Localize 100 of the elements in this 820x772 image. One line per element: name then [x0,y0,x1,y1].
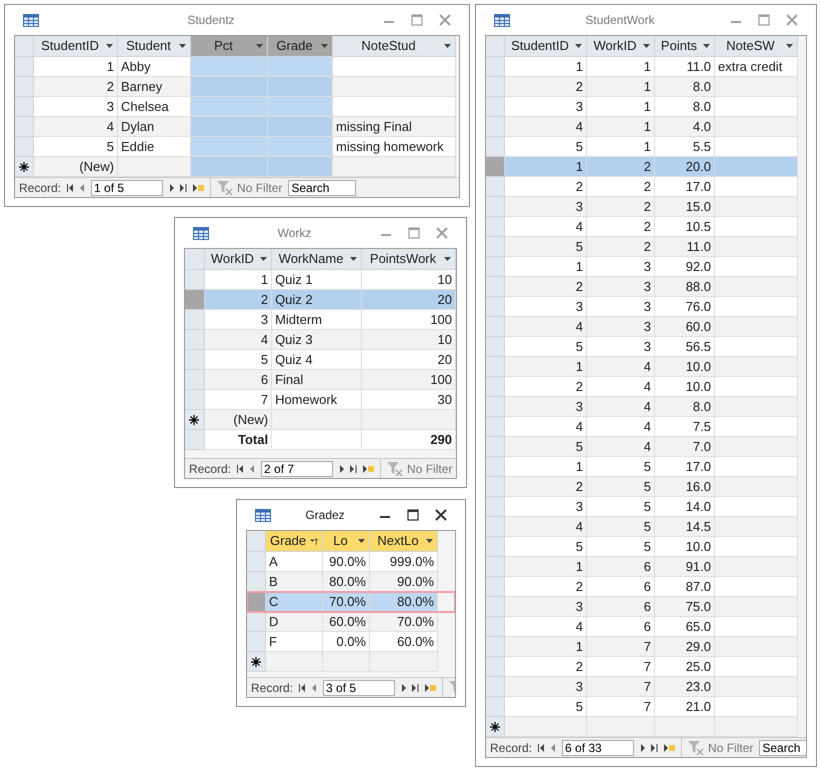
column-header[interactable]: WorkID [204,249,272,270]
next-record-icon[interactable] [169,184,174,192]
next-record-icon[interactable] [401,684,406,692]
table-cell: 2 [505,277,587,297]
record-position-field[interactable]: 1 of 5 [91,180,164,196]
dropdown-arrow-icon[interactable] [260,257,268,261]
dropdown-arrow-icon[interactable] [575,44,582,48]
dropdown-arrow-icon[interactable] [643,44,650,48]
table-cell: 2 [587,217,655,237]
dropdown-arrow-icon[interactable] [703,44,710,48]
table-cell: 4 [505,317,587,337]
no-filter-button[interactable]: No Filter [407,460,452,478]
row-selector[interactable] [486,717,505,737]
column-header[interactable]: NoteSW [715,36,798,57]
maximize-icon[interactable] [407,509,419,521]
row-selector[interactable] [247,652,266,672]
dropdown-arrow-icon[interactable] [321,44,328,48]
dropdown-arrow-icon[interactable] [786,44,793,48]
first-record-icon[interactable] [299,684,306,692]
previous-record-icon[interactable] [551,744,556,752]
new-record-icon[interactable] [425,684,436,692]
column-header[interactable]: NoteStud [333,36,456,57]
dropdown-arrow-icon[interactable] [179,44,186,48]
select-all-corner[interactable] [486,36,505,57]
table-cell: 1 [505,637,587,657]
dropdown-arrow-icon[interactable] [426,539,433,543]
first-record-icon[interactable] [237,464,244,472]
select-all-corner[interactable] [247,531,266,552]
column-header[interactable]: StudentID [34,36,118,57]
table-cell: 4 [587,417,655,437]
no-filter-button[interactable]: No Filter [708,738,754,756]
table-cell: 6 [587,557,655,577]
table-cell: 20 [362,290,456,310]
table-cell: Barney [118,77,191,97]
new-record-icon[interactable] [193,184,204,192]
table-cell: 5 [587,477,655,497]
column-header[interactable]: StudentID [505,36,587,57]
column-header[interactable]: WorkID [587,36,655,57]
previous-record-icon[interactable] [80,184,86,192]
table-cell: D [266,612,323,632]
search-field[interactable]: Search [288,180,356,196]
table-cell: 10.0 [655,377,715,397]
table-cell: 5.5 [655,137,715,157]
table-cell [323,652,370,672]
next-record-icon[interactable] [339,464,344,472]
column-header[interactable]: Pct [191,36,268,57]
column-header[interactable]: Student [118,36,191,57]
next-record-icon[interactable] [640,744,646,752]
no-filter-button[interactable]: No Filter [237,178,282,196]
dropdown-arrow-icon[interactable] [350,257,358,261]
table-cell: 88.0 [655,277,715,297]
row-selector[interactable] [185,410,205,430]
dropdown-arrow-icon[interactable] [256,44,263,48]
record-position-field[interactable]: 3 of 5 [323,680,396,696]
record-position-field[interactable]: 2 of 7 [261,460,334,476]
column-header[interactable]: Lo [323,531,370,552]
table-cell: Homework [272,390,362,410]
filter-icon [217,180,234,194]
select-all-corner[interactable] [185,249,205,270]
table-cell: 100 [362,370,456,390]
new-record-icon[interactable] [664,744,676,752]
column-header[interactable]: Grade [268,36,333,57]
table-cell: 76.0 [655,297,715,317]
record-position-field[interactable]: 6 of 33 [562,740,634,756]
table-cell: 4 [34,117,118,137]
table-cell: Dylan [118,117,191,137]
column-header[interactable]: WorkName [272,249,362,270]
table-cell: 2 [505,377,587,397]
table-cell: 92.0 [655,257,715,277]
dropdown-arrow-icon[interactable] [106,44,113,48]
table-cell: 2 [34,77,118,97]
dropdown-arrow-icon[interactable] [358,539,365,543]
table-cell: 6 [204,370,272,390]
table-cell: missing Final [333,117,456,137]
table-cell: 1 [505,157,587,177]
last-record-icon[interactable] [350,464,358,472]
column-header[interactable]: NextLo [370,531,438,552]
select-all-corner[interactable] [15,36,34,57]
last-record-icon[interactable] [412,684,420,692]
table-cell: 2 [587,197,655,217]
column-header[interactable]: Grade [266,531,323,552]
dropdown-arrow-icon[interactable] [444,44,451,48]
last-record-icon[interactable] [180,184,188,192]
sort-filter-icon[interactable] [310,536,318,546]
column-header[interactable]: PointsWork [362,249,456,270]
table-cell: 3 [505,597,587,617]
previous-record-icon[interactable] [312,684,318,692]
first-record-icon[interactable] [538,744,546,752]
table-cell: 15.0 [655,197,715,217]
last-record-icon[interactable] [651,744,658,752]
new-row-icon [490,722,500,732]
close-icon[interactable] [435,509,447,521]
new-record-icon[interactable] [363,464,374,472]
row-selector[interactable] [15,157,34,177]
previous-record-icon[interactable] [250,464,256,472]
total-cell: Total [204,430,272,450]
dropdown-arrow-icon[interactable] [444,257,451,261]
first-record-icon[interactable] [67,184,74,192]
search-field[interactable]: Search [759,740,806,756]
column-header[interactable]: Points [655,36,715,57]
